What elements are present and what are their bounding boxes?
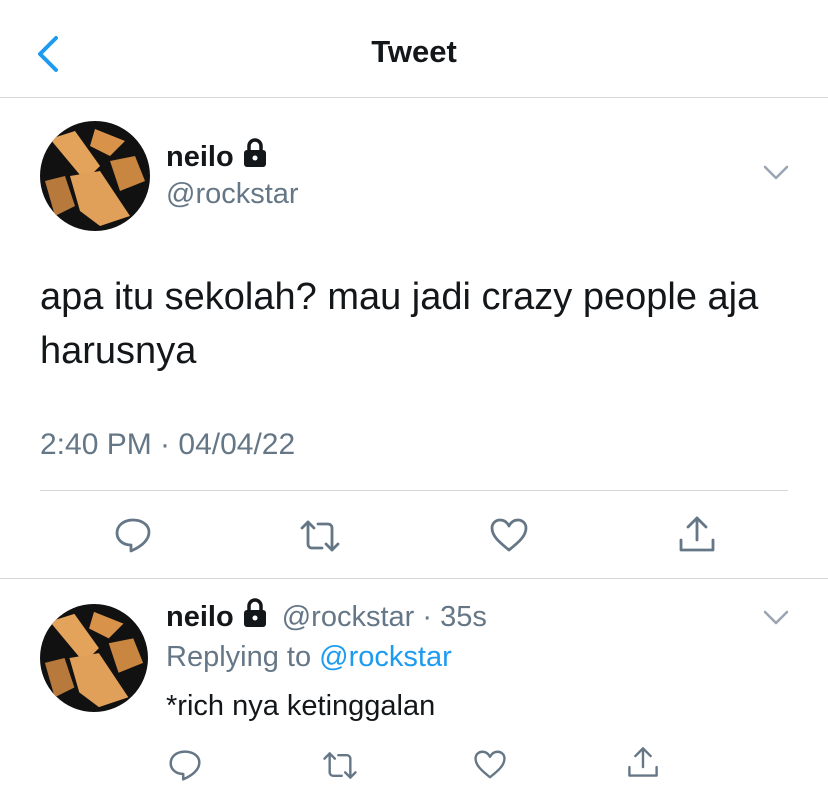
- avatar-image: [40, 604, 148, 712]
- like-icon: [474, 750, 506, 779]
- reply-icon: [115, 518, 151, 553]
- reply-share-button[interactable]: [626, 745, 660, 784]
- divider: [0, 578, 828, 579]
- more-options-button[interactable]: [763, 165, 789, 186]
- page-title: Tweet: [371, 34, 457, 69]
- chevron-down-icon: [763, 165, 789, 180]
- author-name-text: neilo: [166, 141, 234, 173]
- replying-to: Replying to @rockstar: [166, 641, 452, 674]
- reply-author-handle[interactable]: @rockstar: [282, 601, 415, 633]
- tweet-timestamp[interactable]: 2:40 PM · 04/04/22: [40, 428, 295, 462]
- reply-reply-button[interactable]: [168, 748, 202, 787]
- like-button[interactable]: [489, 517, 529, 558]
- reply-icon: [169, 750, 201, 781]
- author-name[interactable]: neilo: [166, 138, 268, 176]
- reply-header: neilo @rockstar · 35s: [166, 598, 487, 636]
- reply-retweet-button[interactable]: [321, 750, 359, 786]
- replying-to-prefix: Replying to: [166, 641, 312, 673]
- reply-time: · 35s: [422, 601, 487, 633]
- avatar[interactable]: [40, 121, 150, 231]
- lock-icon: [242, 138, 268, 176]
- author-handle[interactable]: @rockstar: [166, 178, 299, 211]
- divider: [40, 490, 788, 491]
- avatar-image: [40, 121, 150, 231]
- share-button[interactable]: [677, 514, 717, 559]
- tweet-text: apa itu sekolah? mau jadi crazy people a…: [40, 276, 759, 372]
- retweet-icon: [300, 520, 340, 552]
- retweet-icon: [323, 752, 357, 779]
- replying-to-handle-link[interactable]: @rockstar: [319, 641, 452, 673]
- like-icon: [490, 518, 528, 552]
- reply-author-name[interactable]: neilo: [166, 601, 234, 633]
- reply-like-button[interactable]: [473, 749, 507, 785]
- chevron-down-icon: [763, 610, 789, 625]
- lock-icon: [242, 598, 268, 636]
- reply-more-options-button[interactable]: [763, 610, 789, 631]
- share-icon: [628, 747, 658, 777]
- reply-avatar[interactable]: [40, 604, 148, 712]
- reply-text: *rich nya ketinggalan: [166, 690, 436, 722]
- share-icon: [679, 516, 715, 552]
- retweet-button[interactable]: [298, 518, 342, 559]
- header-bar: Tweet: [0, 0, 828, 98]
- reply-button[interactable]: [114, 516, 152, 559]
